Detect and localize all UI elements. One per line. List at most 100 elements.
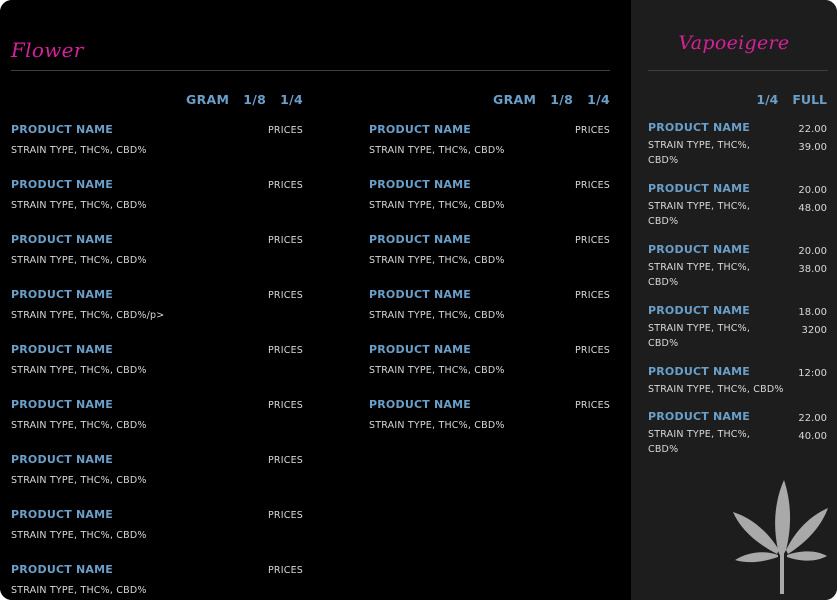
- flower-title: Flower: [11, 38, 84, 62]
- product-price: PRICES: [575, 400, 610, 411]
- product-price: PRICES: [268, 345, 303, 356]
- vape-product-info: STRAIN TYPE, THC%, CBD%: [648, 262, 751, 288]
- vape-prices: 12:00: [798, 365, 827, 383]
- vape-product-row: PRODUCT NAME STRAIN TYPE, THC%, CBD% 12:00: [648, 362, 827, 407]
- vape-price: 22.00: [798, 413, 827, 424]
- product-price: PRICES: [575, 345, 610, 356]
- product-row: PRODUCT NAME PRICES STRAIN TYPE, THC%, CBD…: [369, 230, 610, 285]
- vape-prices: 20.00 48.00: [798, 182, 827, 217]
- cannabis-leaf-icon: [733, 480, 828, 594]
- product-row: PRODUCT NAME PRICES STRAIN TYPE, THC%, CBD…: [11, 230, 303, 285]
- product-info: STRAIN TYPE, THC%, CBD%/p>: [11, 310, 165, 321]
- vape-product-info: STRAIN TYPE, THC%, CBD%: [648, 323, 751, 349]
- product-price: PRICES: [575, 235, 610, 246]
- product-name: PRODUCT NAME: [369, 233, 471, 246]
- vape-product-row: PRODUCT NAME STRAIN TYPE, THC%, CBD% 20.00…: [648, 240, 827, 301]
- product-row: PRODUCT NAME PRICES STRAIN TYPE, THC%, CBD…: [11, 560, 303, 600]
- product-price: PRICES: [268, 180, 303, 191]
- flower-column-1: GRAM 1/8 1/4 PRODUCT NAME PRICES STRAIN TY…: [11, 92, 303, 600]
- vape-prices: 22.00 40.00: [798, 410, 827, 445]
- header-quarter: 1/4: [280, 92, 303, 107]
- product-row: PRODUCT NAME PRICES STRAIN TYPE, THC%, CBD…: [11, 285, 303, 340]
- header-quarter: 1/4: [756, 92, 779, 107]
- product-price: PRICES: [268, 510, 303, 521]
- product-info: STRAIN TYPE, THC%, CBD%: [11, 145, 147, 156]
- product-price: PRICES: [575, 290, 610, 301]
- flower-column-2-rows: PRODUCT NAME PRICES STRAIN TYPE, THC%, CBD…: [369, 120, 610, 450]
- vape-title: Vapoeigere: [678, 32, 790, 54]
- vape-rows: PRODUCT NAME STRAIN TYPE, THC%, CBD% 22.00…: [648, 118, 827, 468]
- header-gram: GRAM: [493, 92, 537, 107]
- product-row: PRODUCT NAME PRICES STRAIN TYPE, THC%, CBD…: [11, 120, 303, 175]
- product-info: STRAIN TYPE, THC%, CBD%: [11, 530, 147, 541]
- product-row: PRODUCT NAME PRICES STRAIN TYPE, THC%, CBD…: [369, 120, 610, 175]
- flower-column-1-rows: PRODUCT NAME PRICES STRAIN TYPE, THC%, CBD…: [11, 120, 303, 600]
- product-name: PRODUCT NAME: [11, 563, 113, 576]
- product-info: STRAIN TYPE, THC%, CBD%: [369, 145, 505, 156]
- product-price: PRICES: [268, 125, 303, 136]
- product-info: STRAIN TYPE, THC%, CBD%: [11, 200, 147, 211]
- vape-price: 22.00: [798, 124, 827, 135]
- product-info: STRAIN TYPE, THC%, CBD%: [11, 420, 147, 431]
- vape-column: 1/4 FULL PRODUCT NAME STRAIN TYPE, THC%, …: [648, 92, 827, 468]
- flower-divider: [11, 70, 610, 71]
- vape-price: 12:00: [798, 368, 827, 379]
- product-name: PRODUCT NAME: [11, 178, 113, 191]
- product-info: STRAIN TYPE, THC%, CBD%: [369, 365, 505, 376]
- product-info: STRAIN TYPE, THC%, CBD%: [11, 255, 147, 266]
- vape-header: 1/4 FULL: [648, 92, 827, 108]
- flower-column-2-header: GRAM 1/8 1/4: [369, 92, 610, 108]
- product-name: PRODUCT NAME: [11, 343, 113, 356]
- vape-price: 18.00: [798, 307, 827, 318]
- product-row: PRODUCT NAME PRICES STRAIN TYPE, THC%, CBD…: [11, 175, 303, 230]
- product-row: PRODUCT NAME PRICES STRAIN TYPE, THC%, CBD…: [369, 175, 610, 230]
- vape-product-info: STRAIN TYPE, THC%, CBD%: [648, 384, 784, 395]
- vape-price: 20.00: [798, 246, 827, 257]
- product-name: PRODUCT NAME: [11, 233, 113, 246]
- product-price: PRICES: [268, 565, 303, 576]
- flower-column-2: GRAM 1/8 1/4 PRODUCT NAME PRICES STRAIN TY…: [369, 92, 610, 450]
- product-price: PRICES: [575, 180, 610, 191]
- product-info: STRAIN TYPE, THC%, CBD%: [369, 200, 505, 211]
- product-name: PRODUCT NAME: [11, 123, 113, 136]
- product-price: PRICES: [575, 125, 610, 136]
- header-quarter: 1/4: [587, 92, 610, 107]
- vape-product-info: STRAIN TYPE, THC%, CBD%: [648, 201, 751, 227]
- product-info: STRAIN TYPE, THC%, CBD%: [11, 475, 147, 486]
- vape-price: 40.00: [798, 430, 827, 442]
- product-name: PRODUCT NAME: [369, 288, 471, 301]
- product-row: PRODUCT NAME PRICES STRAIN TYPE, THC%, CBD…: [11, 450, 303, 505]
- product-name: PRODUCT NAME: [11, 508, 113, 521]
- vape-price: 48.00: [798, 202, 827, 214]
- product-price: PRICES: [268, 455, 303, 466]
- product-row: PRODUCT NAME PRICES STRAIN TYPE, THC%, CBD…: [11, 395, 303, 450]
- vape-prices: 18.00 3200: [798, 304, 827, 339]
- vape-product-row: PRODUCT NAME STRAIN TYPE, THC%, CBD% 18.00…: [648, 301, 827, 362]
- product-info: STRAIN TYPE, THC%, CBD%: [11, 585, 147, 596]
- product-info: STRAIN TYPE, THC%, CBD%: [369, 310, 505, 321]
- header-eighth: 1/8: [243, 92, 267, 107]
- product-info: STRAIN TYPE, THC%, CBD%: [11, 365, 147, 376]
- product-name: PRODUCT NAME: [369, 123, 471, 136]
- product-name: PRODUCT NAME: [11, 398, 113, 411]
- vape-prices: 22.00 39.00: [798, 121, 827, 156]
- product-name: PRODUCT NAME: [11, 453, 113, 466]
- product-name: PRODUCT NAME: [369, 343, 471, 356]
- vape-price: 3200: [801, 324, 827, 336]
- product-row: PRODUCT NAME PRICES STRAIN TYPE, THC%, CBD…: [11, 505, 303, 560]
- product-row: PRODUCT NAME PRICES STRAIN TYPE, THC%, CBD…: [11, 340, 303, 395]
- product-row: PRODUCT NAME PRICES STRAIN TYPE, THC%, CBD…: [369, 395, 610, 450]
- vape-price: 38.00: [798, 263, 827, 275]
- header-full: FULL: [792, 92, 827, 107]
- vape-product-info: STRAIN TYPE, THC%, CBD%: [648, 429, 751, 455]
- product-price: PRICES: [268, 290, 303, 301]
- flower-column-1-header: GRAM 1/8 1/4: [11, 92, 303, 108]
- product-info: STRAIN TYPE, THC%, CBD%: [369, 255, 505, 266]
- vape-product-row: PRODUCT NAME STRAIN TYPE, THC%, CBD% 20.00…: [648, 179, 827, 240]
- vape-prices: 20.00 38.00: [798, 243, 827, 278]
- product-name: PRODUCT NAME: [369, 398, 471, 411]
- menu-board: Flower GRAM 1/8 1/4 PRODUCT NAME PRICES ST…: [0, 0, 837, 600]
- product-row: PRODUCT NAME PRICES STRAIN TYPE, THC%, CBD…: [369, 340, 610, 395]
- vape-divider: [648, 70, 828, 71]
- header-gram: GRAM: [186, 92, 230, 107]
